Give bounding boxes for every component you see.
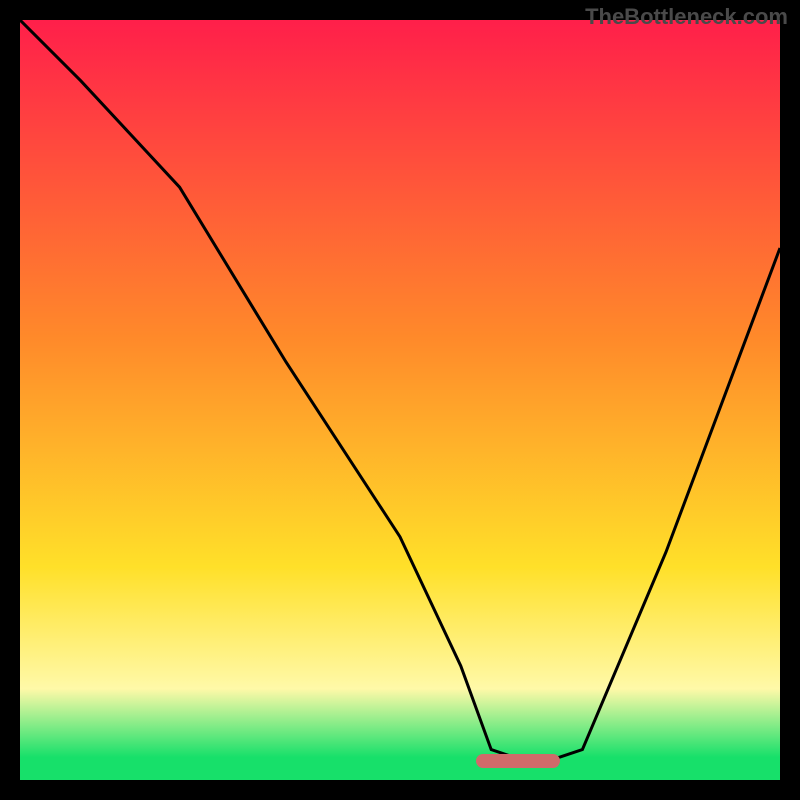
optimal-range-indicator [476,754,560,768]
bottleneck-curve-svg [20,20,780,780]
chart-frame: TheBottleneck.com [0,0,800,800]
bottleneck-curve-path [20,20,780,765]
plot-area [20,20,780,780]
watermark-text: TheBottleneck.com [585,4,788,30]
